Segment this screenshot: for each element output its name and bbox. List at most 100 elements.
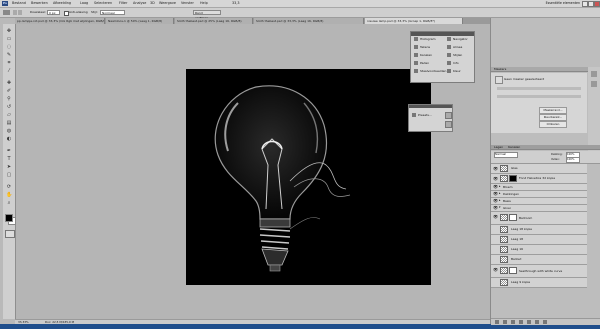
- gradient-icon[interactable]: ▤: [6, 120, 12, 126]
- density-slider[interactable]: [497, 87, 581, 90]
- panel-paden[interactable]: Paden: [414, 61, 429, 66]
- menu-afbeelding[interactable]: Afbeelding: [53, 1, 71, 6]
- pen-icon[interactable]: ✒: [6, 148, 12, 154]
- layer-row[interactable]: 👁 Fond Helvetica 3d kopie: [491, 174, 587, 184]
- panel-dock-header[interactable]: [411, 32, 474, 36]
- presets-item[interactable]: Presets...: [412, 113, 432, 118]
- visibility-eye-icon[interactable]: 👁: [493, 198, 498, 203]
- layer-group-row[interactable]: 👁 ▸ Dekkingen: [491, 191, 587, 198]
- clone-stamp-icon[interactable]: ⚲: [6, 96, 12, 102]
- menu-help[interactable]: Help: [200, 1, 208, 6]
- visibility-eye-icon[interactable]: 👁: [493, 267, 498, 272]
- menu-filter[interactable]: Filter: [119, 1, 127, 6]
- marquee-icon[interactable]: ▭: [6, 36, 12, 42]
- visibility-eye-icon[interactable]: 👁: [493, 184, 498, 189]
- tab-lagen[interactable]: Lagen: [494, 145, 503, 149]
- adjustment-layer-icon[interactable]: [519, 320, 523, 324]
- healing-brush-icon[interactable]: ✚: [6, 80, 12, 86]
- masks-icon[interactable]: [591, 81, 597, 87]
- marquee-tool-icon[interactable]: [3, 10, 10, 15]
- mask-vector-icon[interactable]: [445, 121, 452, 128]
- panel-kanalen[interactable]: Kanalen: [414, 53, 432, 58]
- menu-selecteren[interactable]: Selecteren: [94, 1, 112, 6]
- zoom-tool-icon[interactable]: ⌕: [6, 200, 12, 206]
- layer-row[interactable]: Laag 18 kopie: [491, 225, 587, 235]
- workspace-switcher[interactable]: Essentiële elementen: [546, 1, 580, 6]
- lasso-icon[interactable]: ◌: [6, 44, 12, 50]
- layer-row[interactable]: Laag 9 kopie: [491, 278, 587, 288]
- menu-weergave[interactable]: Weergave: [159, 1, 176, 6]
- style-select[interactable]: Normaal: [100, 10, 125, 15]
- mask-edge-button[interactable]: Maskerrand...: [539, 107, 567, 114]
- visibility-eye-icon[interactable]: [493, 227, 498, 232]
- presets-panel-header[interactable]: [409, 105, 452, 108]
- link-layers-icon[interactable]: [495, 320, 499, 324]
- adjustments-icon[interactable]: [591, 71, 597, 77]
- 3d-rotate-icon[interactable]: ⟳: [6, 184, 12, 190]
- feather-slider[interactable]: [497, 95, 581, 98]
- visibility-eye-icon[interactable]: [493, 237, 498, 242]
- new-group-icon[interactable]: [527, 320, 531, 324]
- visibility-eye-icon[interactable]: 👁: [493, 176, 498, 181]
- document-canvas[interactable]: [186, 69, 431, 285]
- panel-staalvoorbeelden[interactable]: Staalvoorbeelden: [414, 69, 446, 74]
- layer-group-row[interactable]: 👁 ▸ Bloem: [491, 184, 587, 191]
- history-brush-icon[interactable]: ↺: [6, 104, 12, 110]
- add-mask-icon[interactable]: [511, 320, 515, 324]
- tab-kanalen[interactable]: Kanalen: [508, 145, 520, 149]
- visibility-eye-icon[interactable]: [493, 257, 498, 262]
- layer-row[interactable]: Laag 18: [491, 235, 587, 245]
- type-tool-icon[interactable]: T: [6, 156, 12, 162]
- crop-icon[interactable]: ⌗: [6, 60, 12, 66]
- visibility-eye-icon[interactable]: 👁: [493, 214, 498, 219]
- layer-style-icon[interactable]: [503, 320, 507, 324]
- new-selection-icon[interactable]: [13, 10, 17, 15]
- panel-info[interactable]: Info: [447, 61, 459, 66]
- refine-edge-button[interactable]: Rand verfijnen...: [193, 10, 221, 20]
- visibility-eye-icon[interactable]: [493, 280, 498, 285]
- layer-row[interactable]: 👁 Seethrough with white curve: [491, 265, 587, 278]
- panel-stijlen[interactable]: Stijlen: [447, 53, 462, 58]
- mask-pixel-icon[interactable]: [445, 112, 452, 119]
- layer-group-row[interactable]: 👁 ▾ Gloei: [491, 205, 587, 212]
- brush-icon[interactable]: ✐: [6, 88, 12, 94]
- masks-panel-header[interactable]: Maskers: [491, 67, 600, 72]
- trash-icon[interactable]: [543, 320, 547, 324]
- visibility-eye-icon[interactable]: [493, 247, 498, 252]
- panel-histogram[interactable]: Histogram: [414, 37, 436, 42]
- menu-venster[interactable]: Venster: [181, 1, 194, 6]
- menu-bewerken[interactable]: Bewerken: [31, 1, 48, 6]
- path-select-icon[interactable]: ➤: [6, 164, 12, 170]
- feather-input[interactable]: 0 px: [47, 10, 60, 15]
- blend-mode-select[interactable]: Normaal: [494, 152, 518, 158]
- hand-icon[interactable]: ✋: [6, 192, 12, 198]
- panel-tekens[interactable]: Tekens: [414, 45, 430, 50]
- zoom-readout[interactable]: 33,3: [232, 1, 240, 6]
- panel-alinea[interactable]: Alinea: [447, 45, 462, 50]
- eyedropper-icon[interactable]: ⁄: [6, 68, 12, 74]
- layer-group-row[interactable]: 👁 ▸ Basis: [491, 198, 587, 205]
- close-icon[interactable]: [594, 1, 600, 7]
- foreground-color-swatch[interactable]: [5, 214, 13, 222]
- menu-analyse[interactable]: Analyse: [133, 1, 146, 6]
- layer-row[interactable]: 👁 Ballroom: [491, 212, 587, 225]
- add-selection-icon[interactable]: [18, 10, 22, 15]
- fill-input[interactable]: 100%: [566, 157, 580, 163]
- panel-navigator[interactable]: Navigator: [447, 37, 468, 42]
- blur-icon[interactable]: ◍: [6, 128, 12, 134]
- color-range-button[interactable]: Kleurbereik...: [539, 114, 567, 121]
- panel-kleur[interactable]: Kleur: [447, 69, 461, 74]
- visibility-eye-icon[interactable]: 👁: [493, 166, 498, 171]
- quick-select-icon[interactable]: ✎: [6, 52, 12, 58]
- menu-bestand[interactable]: Bestand: [12, 1, 26, 6]
- invert-button[interactable]: Omkeren: [539, 121, 567, 128]
- quick-mask-icon[interactable]: [5, 230, 15, 238]
- visibility-eye-icon[interactable]: 👁: [493, 191, 498, 196]
- move-tool-icon[interactable]: ✥: [6, 28, 12, 34]
- menu-3d[interactable]: 3D: [150, 1, 155, 6]
- shape-icon[interactable]: ▢: [6, 172, 12, 178]
- new-layer-icon[interactable]: [535, 320, 539, 324]
- eraser-icon[interactable]: ▱: [6, 112, 12, 118]
- dodge-icon[interactable]: ◐: [6, 136, 12, 142]
- layer-row[interactable]: Ballout: [491, 255, 587, 265]
